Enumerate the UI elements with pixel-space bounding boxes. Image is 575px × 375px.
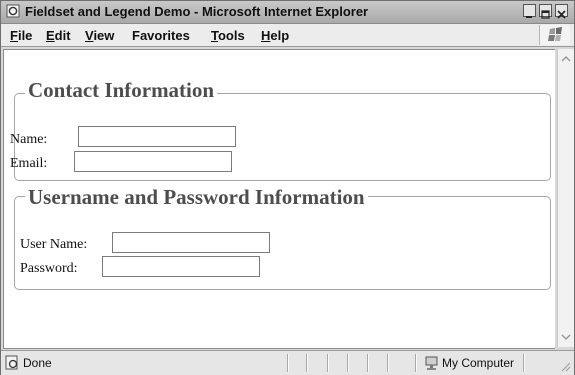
status-text: Done xyxy=(23,356,52,370)
password-label: Password: xyxy=(20,261,78,276)
status-divider xyxy=(367,354,369,372)
restore-button[interactable] xyxy=(539,4,552,19)
email-input[interactable] xyxy=(74,151,232,172)
security-zone-text: My Computer xyxy=(442,356,515,370)
credentials-legend: Username and Password Information xyxy=(25,185,368,209)
minimize-icon xyxy=(526,16,532,18)
name-input[interactable] xyxy=(78,126,236,147)
windows-logo-throbber xyxy=(539,25,570,45)
menu-edit[interactable]: Edit xyxy=(46,28,71,43)
credentials-fieldset xyxy=(14,196,551,290)
close-button[interactable] xyxy=(555,4,568,19)
scroll-up-button[interactable] xyxy=(558,51,574,67)
restore-icon xyxy=(541,10,550,19)
username-label: User Name: xyxy=(20,237,88,252)
minimize-button[interactable] xyxy=(523,4,536,18)
status-divider xyxy=(415,354,417,372)
vertical-scrollbar[interactable] xyxy=(557,49,574,347)
menu-view[interactable]: View xyxy=(85,28,114,43)
menu-bar: File Edit View Favorites Tools Help xyxy=(1,24,574,47)
username-input[interactable] xyxy=(112,232,270,253)
chevron-down-icon xyxy=(561,334,571,341)
status-divider xyxy=(523,354,525,372)
menu-tools[interactable]: Tools xyxy=(211,28,245,43)
scroll-down-button[interactable] xyxy=(558,329,574,345)
email-label: Email: xyxy=(10,156,48,171)
ie-page-icon xyxy=(5,355,18,370)
chevron-up-icon xyxy=(561,55,571,62)
name-label: Name: xyxy=(10,132,48,147)
contact-legend: Contact Information xyxy=(25,78,218,102)
status-divider xyxy=(327,354,329,372)
status-divider xyxy=(306,354,308,372)
status-bar: Done My Computer xyxy=(1,350,574,375)
menu-help[interactable]: Help xyxy=(261,28,289,43)
windows-flag-icon xyxy=(548,27,562,41)
window-title: Fieldset and Legend Demo - Microsoft Int… xyxy=(25,4,369,19)
status-divider xyxy=(387,354,389,372)
status-divider xyxy=(347,354,349,372)
menu-file[interactable]: File xyxy=(10,28,32,43)
computer-icon xyxy=(425,356,438,370)
title-bar[interactable]: Fieldset and Legend Demo - Microsoft Int… xyxy=(1,1,574,24)
resize-grip-icon[interactable] xyxy=(559,360,571,372)
menu-favorites[interactable]: Favorites xyxy=(132,28,190,43)
page-content: Contact Information Name: Email: Usernam… xyxy=(3,49,555,349)
close-icon xyxy=(557,10,566,19)
browser-window: Fieldset and Legend Demo - Microsoft Int… xyxy=(0,0,575,375)
ie-page-icon xyxy=(6,4,20,18)
password-input[interactable] xyxy=(102,256,260,277)
status-divider xyxy=(287,354,289,372)
